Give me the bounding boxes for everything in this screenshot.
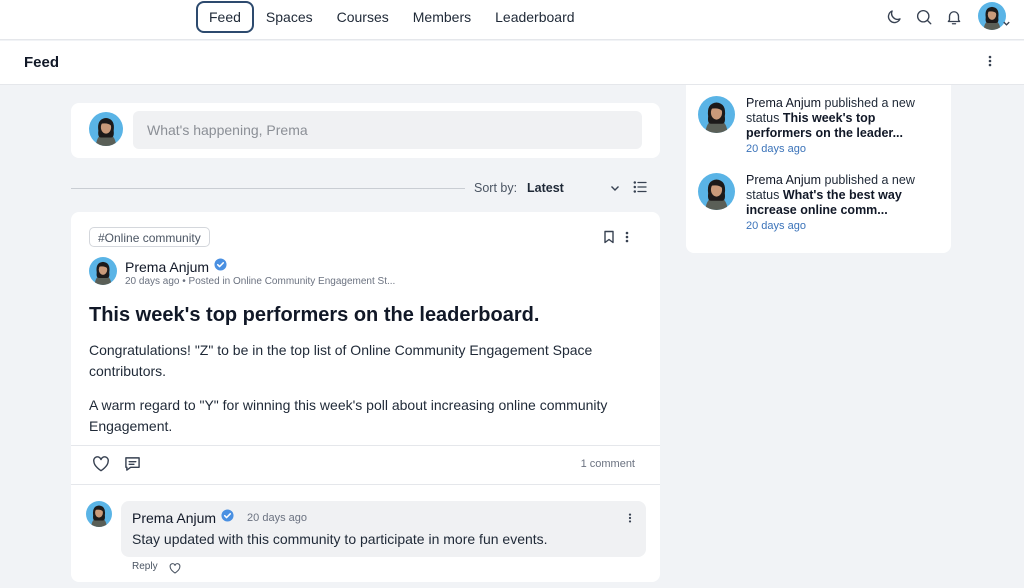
post-paragraph: Congratulations! "Z" to be in the top li… — [89, 342, 593, 379]
verified-badge-icon — [221, 509, 234, 527]
activity-text: Prema Anjum published a new status This … — [746, 96, 936, 157]
list-view-icon[interactable] — [633, 180, 647, 199]
more-options-icon[interactable] — [988, 54, 992, 73]
moon-icon[interactable] — [884, 7, 904, 27]
comment: Prema Anjum 20 days ago Stay updated wit… — [121, 501, 646, 557]
chevron-down-icon — [1002, 15, 1011, 33]
comment-author-row: Prema Anjum 20 days ago — [132, 509, 307, 527]
activity-time[interactable]: 20 days ago — [746, 142, 936, 157]
comment-icon[interactable] — [124, 456, 141, 477]
bell-icon[interactable] — [944, 7, 964, 27]
post-body: Congratulations! "Z" to be in the top li… — [89, 340, 639, 450]
nav-courses[interactable]: Courses — [325, 2, 401, 32]
post-meta: 20 days ago • Posted in Online Community… — [125, 276, 396, 287]
avatar[interactable] — [89, 257, 117, 285]
comment-author[interactable]: Prema Anjum — [132, 510, 216, 526]
avatar — [698, 173, 735, 210]
post-paragraph: A warm regard to "Y" for winning this we… — [89, 397, 608, 434]
avatar — [698, 96, 735, 133]
page-header: Feed — [0, 41, 1024, 85]
author-name[interactable]: Prema Anjum — [125, 259, 209, 275]
sort-label: Sort by: — [474, 181, 518, 195]
more-options-icon[interactable] — [625, 230, 629, 249]
top-navigation: Feed Spaces Courses Members Leaderboard — [0, 0, 1024, 40]
avatar — [89, 112, 123, 146]
search-icon[interactable] — [914, 7, 934, 27]
comment-time: 20 days ago — [247, 512, 307, 524]
avatar[interactable] — [86, 501, 112, 527]
post-title: This week's top performers on the leader… — [89, 304, 540, 326]
main-nav: Feed Spaces Courses Members Leaderboard — [196, 0, 587, 34]
post-composer: What's happening, Prema — [71, 103, 660, 158]
more-options-icon[interactable] — [628, 511, 632, 529]
activity-panel: Prema Anjum published a new status This … — [686, 85, 951, 253]
chevron-down-icon[interactable] — [609, 181, 621, 199]
divider — [71, 445, 660, 446]
sort-bar: Sort by: Latest — [71, 178, 660, 200]
top-icons — [884, 2, 1011, 33]
verified-badge-icon — [214, 258, 227, 276]
nav-members[interactable]: Members — [401, 2, 483, 32]
activity-author[interactable]: Prema Anjum — [746, 96, 821, 110]
divider — [71, 188, 465, 189]
nav-spaces[interactable]: Spaces — [254, 2, 325, 32]
comment-count[interactable]: 1 comment — [581, 458, 635, 470]
bookmark-icon[interactable] — [603, 230, 615, 249]
post-card: #Online community Prema Anjum 20 days ag… — [71, 212, 660, 582]
composer-input[interactable]: What's happening, Prema — [133, 111, 642, 149]
divider — [71, 484, 660, 485]
author-row: Prema Anjum — [125, 258, 227, 276]
activity-text: Prema Anjum published a new status What'… — [746, 173, 936, 234]
topic-tag[interactable]: #Online community — [89, 227, 210, 247]
reply-button[interactable]: Reply — [132, 561, 158, 572]
user-menu[interactable] — [978, 2, 1011, 33]
page-title: Feed — [24, 54, 60, 71]
activity-author[interactable]: Prema Anjum — [746, 173, 821, 187]
nav-leaderboard[interactable]: Leaderboard — [483, 2, 586, 32]
like-icon[interactable] — [92, 456, 110, 477]
activity-time[interactable]: 20 days ago — [746, 219, 936, 234]
sort-select[interactable]: Latest — [527, 181, 564, 195]
comment-text: Stay updated with this community to part… — [132, 531, 548, 547]
like-icon[interactable] — [169, 561, 181, 579]
nav-feed[interactable]: Feed — [196, 1, 254, 33]
